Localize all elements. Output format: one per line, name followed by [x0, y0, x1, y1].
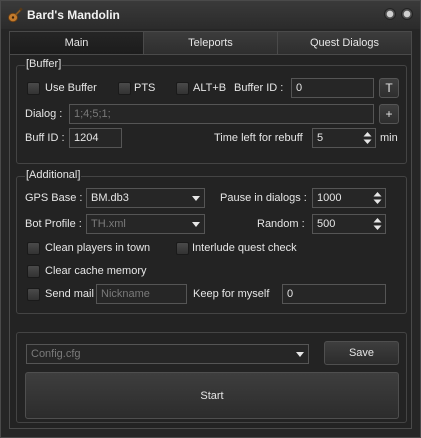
chevron-down-icon [296, 352, 304, 357]
title-bar[interactable]: Bard's Mandolin [1, 1, 420, 29]
interlude-checkbox[interactable] [176, 242, 189, 255]
spin-arrows-icon[interactable] [373, 191, 382, 205]
additional-group-label: [Additional] [25, 169, 82, 181]
clean-players-label: Clean players in town [45, 242, 151, 254]
spin-arrows-icon[interactable] [363, 131, 372, 145]
save-button[interactable]: Save [324, 341, 399, 365]
gps-base-dropdown[interactable]: BM.db3 [86, 188, 205, 208]
bot-profile-label: Bot Profile : [25, 218, 82, 230]
config-dropdown[interactable]: Config.cfg [26, 344, 309, 364]
pause-label: Pause in dialogs : [220, 192, 307, 204]
tab-teleports[interactable]: Teleports [144, 32, 278, 54]
close-button[interactable] [401, 8, 413, 20]
random-value: 500 [317, 218, 336, 230]
buffer-group-label: [Buffer] [25, 58, 63, 70]
main-panel: [Buffer] Use Buffer PTS ALT+B Buffer ID … [9, 55, 412, 429]
buffer-id-input[interactable]: 0 [291, 78, 374, 98]
altb-label: ALT+B [193, 82, 227, 94]
buffer-id-label: Buffer ID : [234, 82, 284, 94]
send-mail-checkbox[interactable] [27, 288, 40, 301]
t-button[interactable]: T [379, 78, 399, 98]
altb-checkbox[interactable] [176, 82, 189, 95]
minimize-button[interactable] [384, 8, 396, 20]
main-window: Bard's Mandolin Main Teleports Quest Dia… [0, 0, 421, 438]
pts-label: PTS [134, 82, 156, 94]
gps-base-label: GPS Base : [25, 192, 83, 204]
clear-cache-label: Clear cache memory [45, 265, 147, 277]
time-left-spinbox[interactable]: 5 [312, 128, 376, 148]
clear-cache-checkbox[interactable] [27, 265, 40, 278]
buff-id-label: Buff ID : [25, 132, 65, 144]
pts-checkbox[interactable] [118, 82, 131, 95]
add-dialog-button[interactable]: + [379, 104, 399, 124]
chevron-down-icon [192, 222, 200, 227]
clean-players-checkbox[interactable] [27, 242, 40, 255]
keep-input[interactable]: 0 [282, 284, 386, 304]
random-spinbox[interactable]: 500 [312, 214, 386, 234]
window-title: Bard's Mandolin [27, 8, 120, 22]
gps-base-value: BM.db3 [91, 192, 129, 204]
tab-quest-dialogs[interactable]: Quest Dialogs [278, 32, 411, 54]
tab-bar: Main Teleports Quest Dialogs [9, 31, 412, 55]
interlude-label: Interlude quest check [192, 242, 297, 254]
chevron-down-icon [192, 196, 200, 201]
time-left-label: Time left for rebuff [214, 132, 303, 144]
pause-spinbox[interactable]: 1000 [312, 188, 386, 208]
start-button[interactable]: Start [25, 372, 399, 419]
mandolin-icon [8, 7, 23, 23]
dialog-input[interactable]: 1;4;5;1; [69, 104, 374, 124]
random-label: Random : [257, 218, 305, 230]
tab-main[interactable]: Main [10, 32, 144, 54]
spin-arrows-icon[interactable] [373, 217, 382, 231]
dialog-label: Dialog : [25, 108, 63, 120]
bot-profile-dropdown[interactable]: TH.xml [86, 214, 205, 234]
time-left-value: 5 [317, 132, 324, 144]
min-label: min [380, 132, 398, 144]
send-mail-label: Send mail [45, 288, 94, 300]
buff-id-input[interactable]: 1204 [69, 128, 122, 148]
use-buffer-checkbox[interactable] [27, 82, 40, 95]
keep-label: Keep for myself [193, 288, 270, 300]
bot-profile-value: TH.xml [91, 218, 126, 230]
nickname-input[interactable]: Nickname [96, 284, 187, 304]
config-value: Config.cfg [31, 348, 81, 360]
pause-value: 1000 [317, 192, 342, 204]
use-buffer-label: Use Buffer [45, 82, 97, 94]
